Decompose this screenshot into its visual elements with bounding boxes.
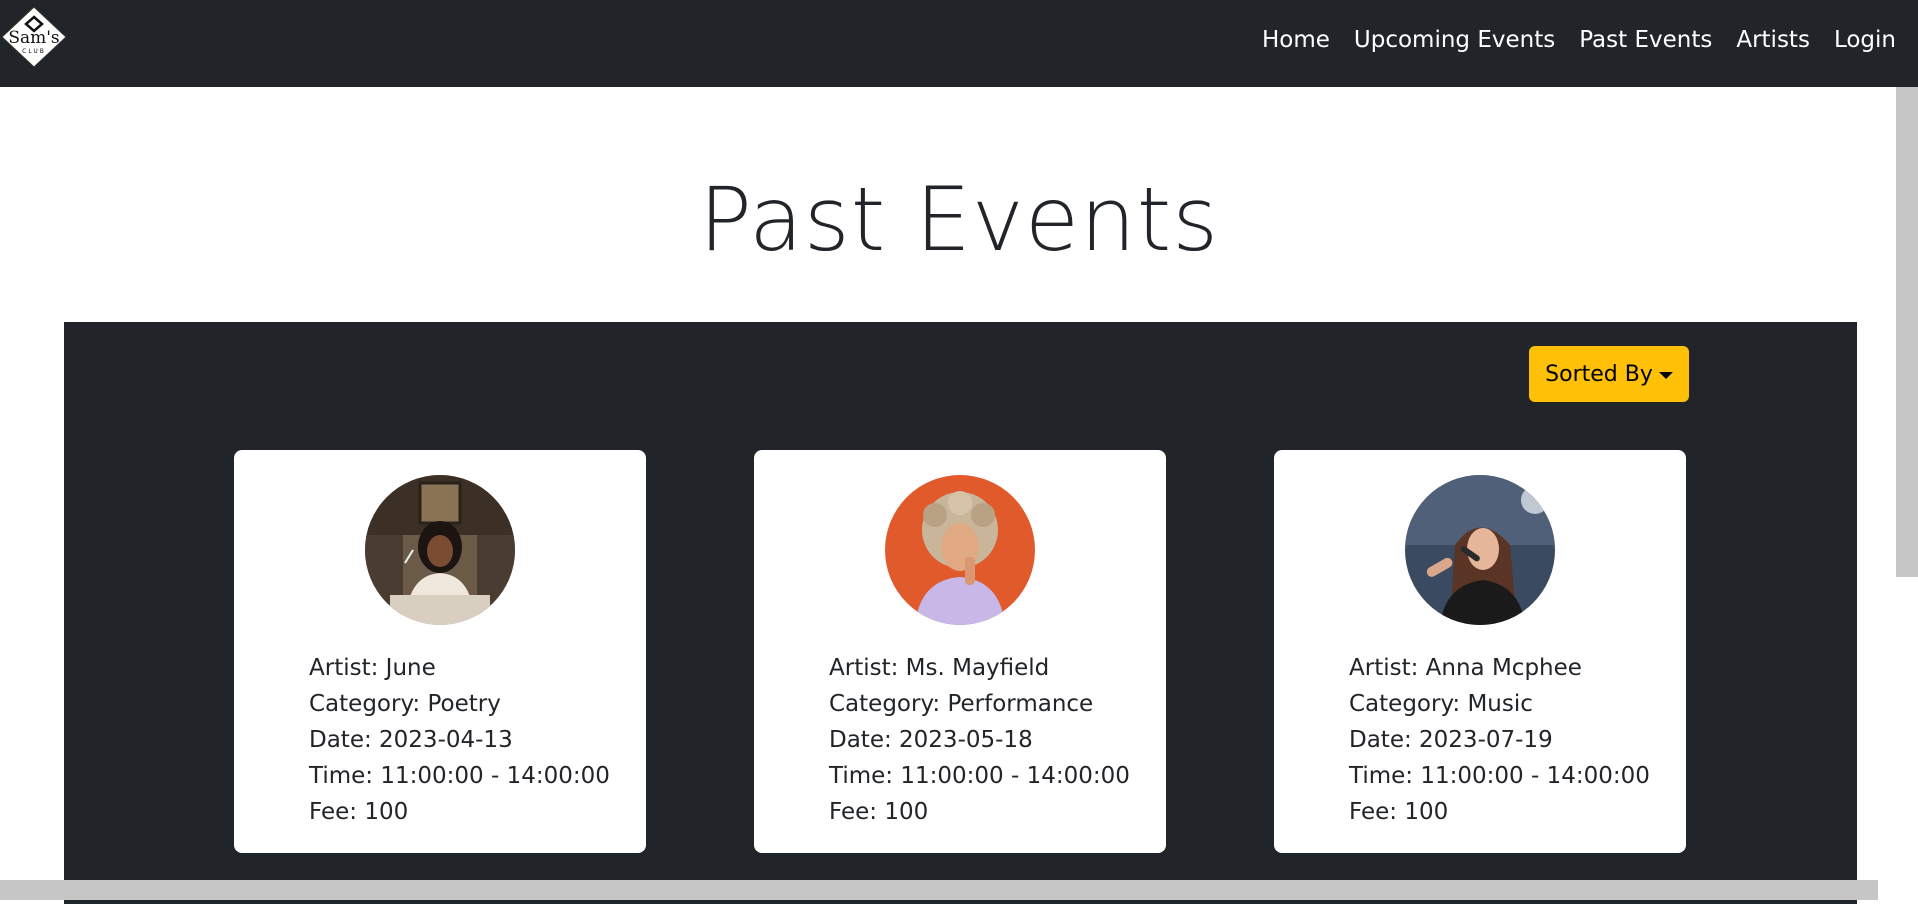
event-card[interactable]: Artist: Anna Mcphee Category: Music Date… <box>1274 450 1686 853</box>
event-details: Artist: Ms. Mayfield Category: Performan… <box>829 650 1159 830</box>
sorted-by-label: Sorted By <box>1545 361 1653 387</box>
event-time: Time: 11:00:00 - 14:00:00 <box>829 763 1130 789</box>
artist-avatar <box>1405 475 1555 625</box>
navbar: Sam's CLUB Home Upcoming Events Past Eve… <box>0 0 1918 87</box>
event-details: Artist: June Category: Poetry Date: 2023… <box>309 650 639 830</box>
nav-link-past-events[interactable]: Past Events <box>1567 27 1724 53</box>
sorted-by-dropdown-button[interactable]: Sorted By <box>1529 346 1689 402</box>
caret-down-icon <box>1658 371 1673 379</box>
sams-club-logo[interactable]: Sam's CLUB <box>0 6 68 68</box>
event-artist: Artist: Ms. Mayfield <box>829 655 1050 681</box>
event-time: Time: 11:00:00 - 14:00:00 <box>309 763 610 789</box>
event-card[interactable]: Artist: June Category: Poetry Date: 2023… <box>234 450 646 853</box>
artist-avatar <box>365 475 515 625</box>
event-card[interactable]: Artist: Ms. Mayfield Category: Performan… <box>754 450 1166 853</box>
event-artist: Artist: June <box>309 655 436 681</box>
event-date: Date: 2023-05-18 <box>829 727 1033 753</box>
event-fee: Fee: 100 <box>309 799 409 825</box>
logo-text: Sam's <box>8 28 60 48</box>
horizontal-scrollbar[interactable] <box>0 880 1878 900</box>
event-date: Date: 2023-04-13 <box>309 727 513 753</box>
event-artist: Artist: Anna Mcphee <box>1349 655 1582 681</box>
event-category: Category: Music <box>1349 691 1533 717</box>
event-fee: Fee: 100 <box>829 799 929 825</box>
nav-link-upcoming-events[interactable]: Upcoming Events <box>1342 27 1567 53</box>
event-category: Category: Poetry <box>309 691 501 717</box>
event-time: Time: 11:00:00 - 14:00:00 <box>1349 763 1650 789</box>
nav-link-artists[interactable]: Artists <box>1724 27 1822 53</box>
nav-link-login[interactable]: Login <box>1822 27 1908 53</box>
logo-subtext: CLUB <box>22 48 46 55</box>
event-category: Category: Performance <box>829 691 1094 717</box>
artist-avatar <box>885 475 1035 625</box>
nav-links: Home Upcoming Events Past Events Artists… <box>1250 24 1908 56</box>
event-details: Artist: Anna Mcphee Category: Music Date… <box>1349 650 1679 830</box>
nav-link-home[interactable]: Home <box>1250 27 1342 53</box>
event-date: Date: 2023-07-19 <box>1349 727 1553 753</box>
page-title: Past Events <box>698 168 1220 271</box>
event-fee: Fee: 100 <box>1349 799 1449 825</box>
